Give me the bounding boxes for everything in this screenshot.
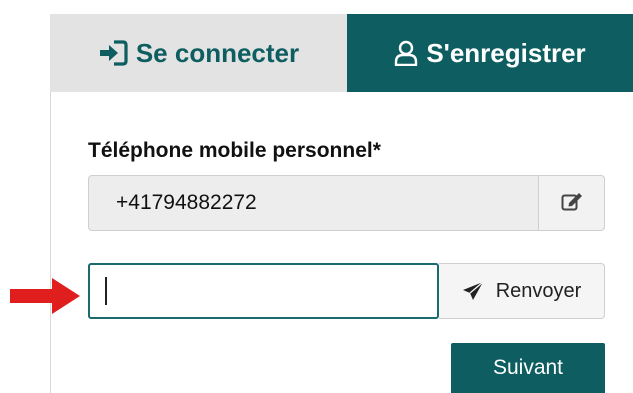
verification-code-input[interactable] [88,263,439,319]
panel-border [50,92,51,393]
tab-login-label: Se connecter [135,37,300,68]
tab-register-label: S'enregistrer [426,37,586,68]
phone-label: Téléphone mobile personnel* [88,139,381,162]
tab-register[interactable]: S'enregistrer [347,14,633,92]
paper-plane-icon [462,281,484,301]
edit-phone-button[interactable] [538,176,604,230]
resend-button[interactable]: Renvoyer [439,263,605,319]
red-arrow-icon [10,276,82,321]
user-icon [394,40,418,66]
text-caret [105,277,107,305]
resend-label: Renvoyer [495,279,582,302]
phone-value: +41794882272 [116,191,257,214]
sign-in-icon [98,40,128,66]
tab-login[interactable]: Se connecter [50,14,347,92]
next-button[interactable]: Suivant [451,343,605,393]
edit-icon [561,191,583,216]
phone-field: +41794882272 [88,175,605,231]
